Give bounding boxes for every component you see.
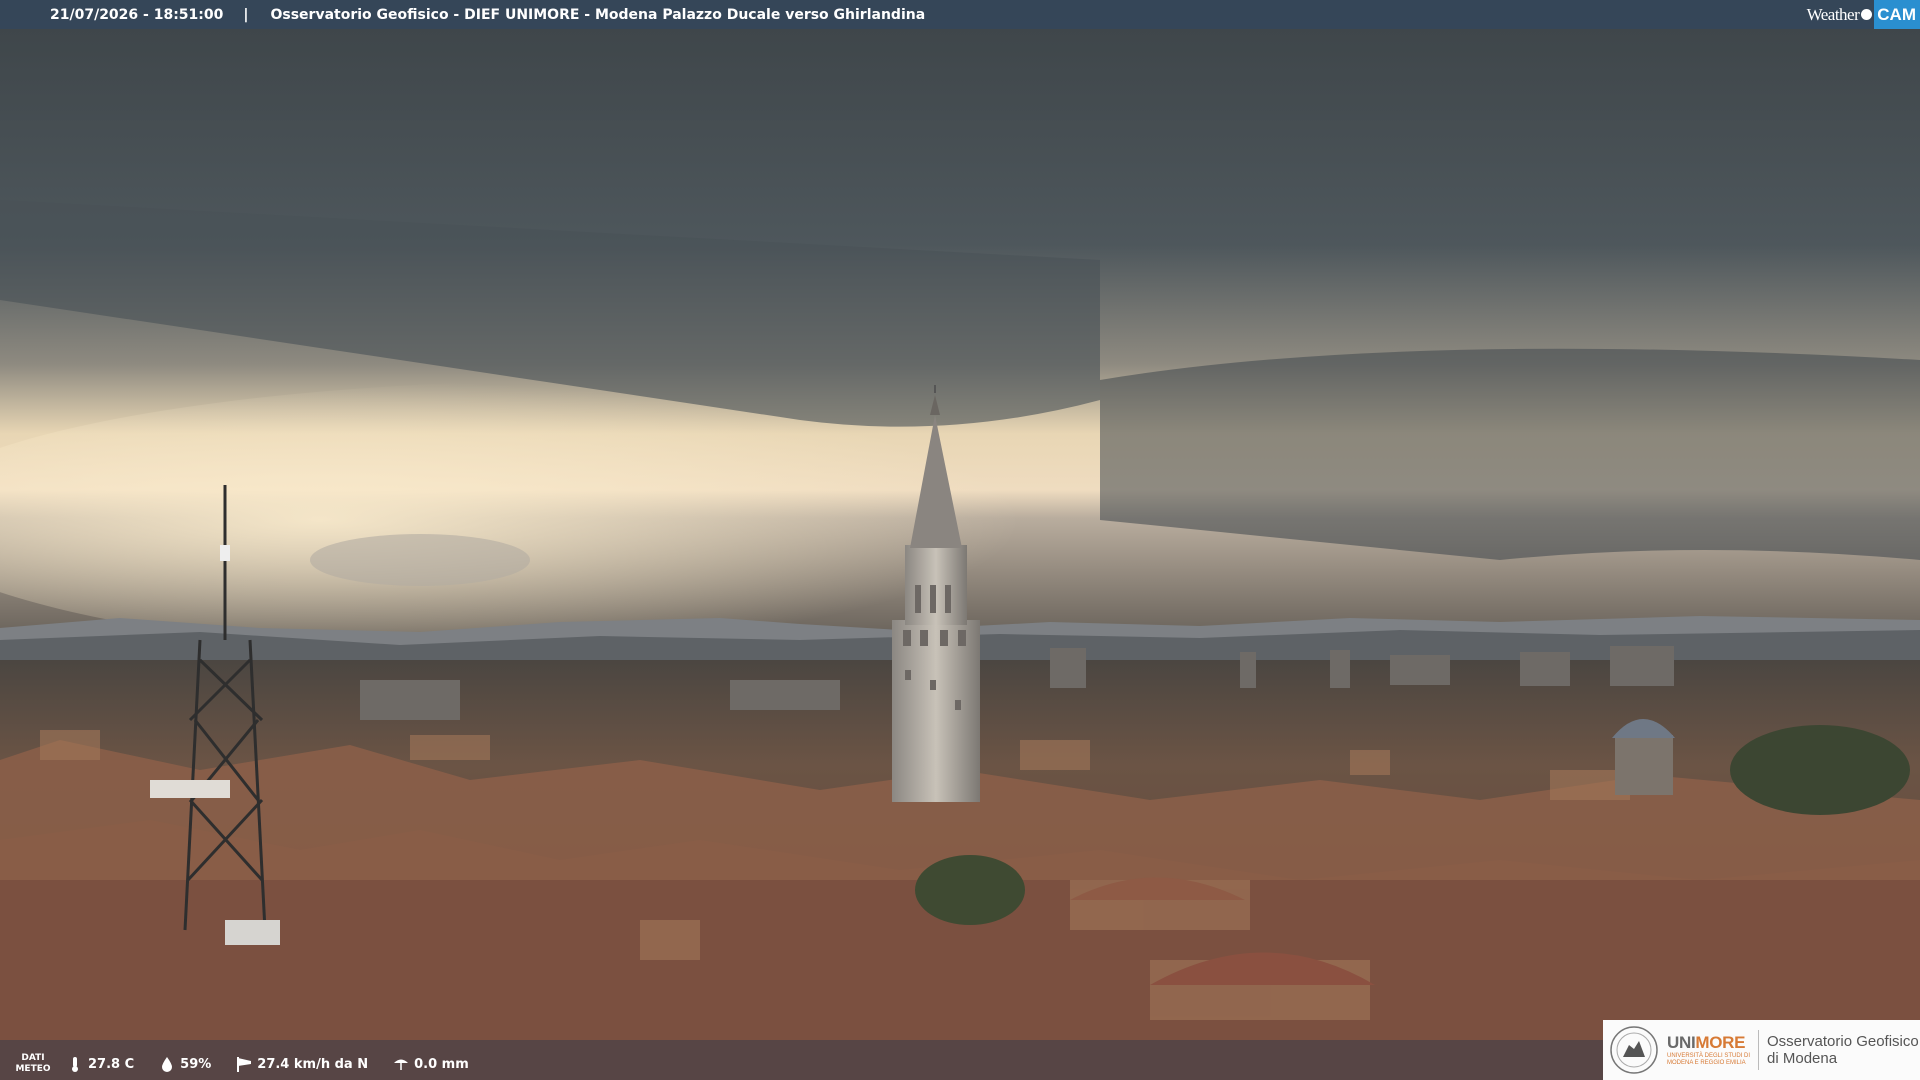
webcam-panorama (0, 0, 1920, 1080)
rain-reading: 0.0 mm (392, 1055, 469, 1073)
wind-reading: 27.4 km/h da N (235, 1055, 368, 1073)
unimore-uni: UNI (1667, 1033, 1696, 1052)
thermometer-icon (72, 1057, 78, 1072)
unimore-subtitle-1: UNIVERSITÀ DEGLI STUDI DI (1667, 1053, 1751, 1059)
rain-gauge-icon (394, 1059, 409, 1070)
weathercam-dot-icon (1861, 9, 1873, 20)
camera-title: Osservatorio Geofisico - DIEF UNIMORE - … (270, 6, 926, 23)
weathercam-logo-weather: Weather (1806, 4, 1860, 24)
wind-value: 27.4 km/h da N (257, 1056, 369, 1072)
unimore-more: MORE (1695, 1033, 1746, 1052)
caption-bar: 21/07/2026 - 18:51:00 | Osservatorio Geo… (0, 0, 1920, 29)
weathercam-logo-cam: CAM (1874, 0, 1920, 29)
humidity-value: 59% (180, 1056, 212, 1072)
unimore-logo-box: UNIMORE UNIVERSITÀ DEGLI STUDI DI MODENA… (1603, 1020, 1920, 1080)
dati-meteo-label: DATI METEO (15, 1053, 51, 1074)
observatory-name: Osservatorio Geofisico di Modena (1767, 1033, 1919, 1067)
timestamp: 21/07/2026 - 18:51:00 (50, 6, 224, 23)
caption-separator: | (243, 6, 249, 23)
weather-data-bar: DATI METEO 27.8 C 59% 27.4 km/h da N 0.0… (0, 1048, 1600, 1080)
humidity-drop-icon (162, 1057, 173, 1072)
weathercam-logo: Weather CAM (1807, 0, 1920, 29)
university-seal-icon (1610, 1026, 1658, 1074)
logo-divider (1758, 1030, 1760, 1070)
rain-value: 0.0 mm (414, 1056, 469, 1072)
humidity-reading: 59% (158, 1055, 211, 1073)
unimore-subtitle-2: MODENA E REGGIO EMILIA (1667, 1060, 1746, 1066)
temperature-value: 27.8 C (88, 1056, 135, 1072)
unimore-wordmark: UNIMORE UNIVERSITÀ DEGLI STUDI DI MODENA… (1667, 1033, 1750, 1067)
temperature-reading: 27.8 C (66, 1055, 134, 1073)
wind-sock-icon (237, 1057, 252, 1072)
